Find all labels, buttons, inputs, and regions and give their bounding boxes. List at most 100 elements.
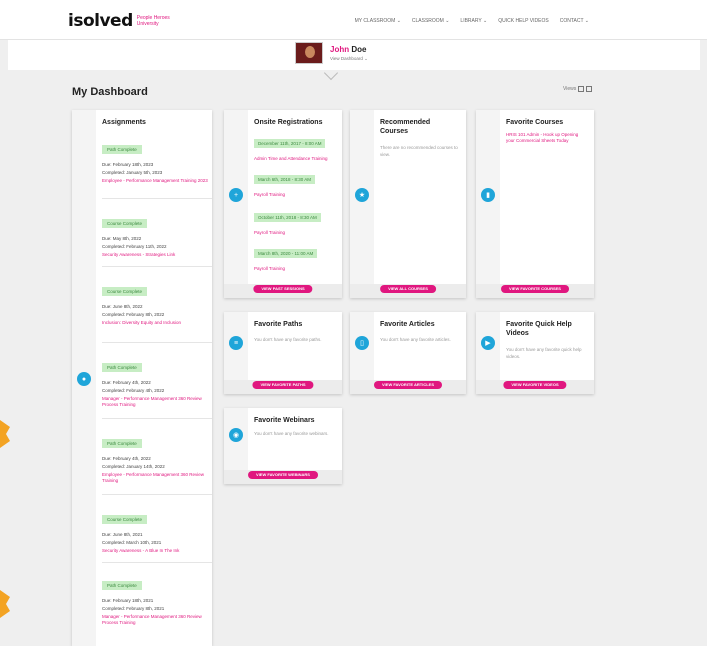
completed-date: Completed: February 8th, 2021: [102, 606, 165, 611]
view-favorite-paths-button[interactable]: VIEW FAVORITE PATHS: [252, 381, 314, 389]
logo-wordmark: isolved: [68, 11, 133, 31]
assignments-card: ● Assignments Path Complete Due: Februar…: [72, 110, 212, 646]
course-link[interactable]: Security Awareness - A Blue In The Ink: [102, 548, 210, 554]
isolved-logo[interactable]: isolved People Heroes University: [68, 11, 177, 31]
user-name: John Doe: [330, 45, 366, 54]
course-link[interactable]: Employee - Performance Management 360 Re…: [102, 472, 210, 484]
view-favorite-webinars-button[interactable]: VIEW FAVORITE WEBINARS: [248, 471, 318, 479]
nav-contact[interactable]: CONTACT ⌄: [560, 18, 589, 24]
divider: [102, 562, 212, 563]
course-link[interactable]: Security Awareness - Strategies Link: [102, 252, 210, 258]
card-title: Assignments: [102, 119, 146, 126]
empty-message: You don't have any favorite webinars.: [254, 431, 329, 436]
nav-my-classroom[interactable]: MY CLASSROOM ⌄: [355, 18, 401, 24]
view-favorite-articles-button[interactable]: VIEW FAVORITE ARTICLES: [373, 381, 443, 389]
card-title: Favorite Quick Help Videos: [506, 321, 572, 337]
star-icon: ★: [355, 188, 369, 202]
nav-quick-help-videos[interactable]: QUICK HELP VIDEOS: [498, 18, 548, 24]
session-link[interactable]: Payroll Training: [254, 192, 336, 197]
divider: [102, 198, 212, 199]
list-view-icon[interactable]: [586, 86, 593, 92]
path-icon: ≡: [229, 336, 243, 350]
document-icon: ▯: [355, 336, 369, 350]
view-favorite-videos-button[interactable]: VIEW FAVORITE VIDEOS: [503, 381, 567, 389]
course-link[interactable]: Manager - Performance Management 360 Rev…: [102, 614, 210, 626]
favorite-articles-card: ▯ Favorite Articles You don't have any f…: [350, 312, 466, 394]
view-past-sessions-button[interactable]: VIEW PAST SESSIONS: [253, 285, 313, 293]
favorite-videos-card: ▶ Favorite Quick Help Videos You don't h…: [476, 312, 594, 394]
card-title: Favorite Paths: [254, 321, 303, 328]
status-badge: Course Complete: [102, 515, 148, 524]
favorite-webinars-card: ◉ Favorite Webinars You don't have any f…: [224, 408, 342, 484]
session-link[interactable]: Payroll Training: [254, 230, 336, 235]
nav-classroom[interactable]: CLASSROOM ⌄: [412, 18, 450, 24]
card-title: Onsite Registrations: [254, 119, 323, 126]
decorative-shape: [0, 590, 10, 618]
view-label: Views: [563, 86, 577, 92]
divider: [102, 494, 212, 495]
onsite-registrations-card: + Onsite Registrations December 11th, 20…: [224, 110, 342, 298]
completed-date: Completed: February 8th, 2022: [102, 312, 165, 317]
top-navigation-bar: isolved People Heroes University MY CLAS…: [0, 0, 707, 40]
nav-library[interactable]: LIBRARY ⌄: [460, 18, 487, 24]
favorite-courses-card: ▮ Favorite Courses HRIS 101 Admin - Hook…: [476, 110, 594, 298]
page-title: My Dashboard: [72, 86, 148, 98]
card-title: Favorite Webinars: [254, 417, 315, 424]
card-title: Favorite Courses: [506, 119, 564, 126]
card-footer: VIEW FAVORITE ARTICLES: [350, 380, 466, 394]
card-strip: [476, 110, 500, 298]
course-link[interactable]: Inclusion: Diversity Equity and Inclusio…: [102, 320, 210, 326]
view-favorite-courses-button[interactable]: VIEW FAVORITE COURSES: [501, 285, 569, 293]
status-badge: Course Complete: [102, 287, 148, 296]
card-footer: VIEW FAVORITE PATHS: [224, 380, 342, 394]
course-link[interactable]: Employee - Performance Management Traini…: [102, 178, 210, 184]
user-first-name: John: [330, 45, 350, 54]
status-badge: Path Complete: [102, 581, 142, 590]
empty-message: You don't have any favorite articles.: [380, 337, 451, 342]
view-all-courses-button[interactable]: VIEW ALL COURSES: [380, 285, 436, 293]
card-footer: VIEW FAVORITE COURSES: [476, 284, 594, 298]
favorite-course-link[interactable]: HRIS 101 Admin - Hook up Opening your Co…: [506, 132, 588, 144]
assignment-icon: ●: [77, 372, 91, 386]
status-badge: Path Complete: [102, 439, 142, 448]
card-title: Recommended Courses: [380, 119, 431, 135]
card-strip: [224, 110, 248, 298]
assignment-item: Course Complete Due: June 8th, 2022 Comp…: [102, 280, 210, 326]
user-last-name: Doe: [351, 45, 367, 54]
main-nav: MY CLASSROOM ⌄ CLASSROOM ⌄ LIBRARY ⌄ QUI…: [355, 18, 589, 24]
completed-date: Completed: January 5th, 2023: [102, 170, 163, 175]
due-date: Due: February 18th, 2023: [102, 162, 154, 167]
course-link[interactable]: Manager - Performance Management 360 Rev…: [102, 396, 210, 408]
user-add-icon: +: [229, 188, 243, 202]
divider: [102, 342, 212, 343]
assignment-item: Course Complete Due: May 8th, 2022 Compl…: [102, 212, 210, 258]
card-footer: VIEW FAVORITE VIDEOS: [476, 380, 594, 394]
session-link[interactable]: Admin Time and Attendance Training: [254, 156, 336, 161]
due-date: Due: February 18th, 2021: [102, 598, 154, 603]
due-date: Due: June 8th, 2022: [102, 304, 143, 309]
play-icon: ▶: [481, 336, 495, 350]
due-date: Due: February 4th, 2022: [102, 456, 151, 461]
view-dashboard-link[interactable]: View Dashboard ⌄: [330, 56, 368, 62]
empty-message: There are no recommended courses to view…: [380, 145, 458, 157]
grid-view-icon[interactable]: [578, 86, 585, 92]
favorite-paths-card: ≡ Favorite Paths You don't have any favo…: [224, 312, 342, 394]
book-icon: ▮: [481, 188, 495, 202]
completed-date: Completed: January 14th, 2022: [102, 464, 165, 469]
registration-item: March 6th, 2018 - 8:30 AM Payroll Traini…: [254, 168, 336, 197]
session-link[interactable]: Payroll Training: [254, 266, 336, 271]
card-footer: VIEW PAST SESSIONS: [224, 284, 342, 298]
avatar[interactable]: [295, 42, 323, 64]
empty-message: You don't have any favorite paths.: [254, 337, 322, 342]
completed-date: Completed: February 4th, 2022: [102, 388, 165, 393]
registration-item: December 11th, 2017 - 8:00 AM Admin Time…: [254, 132, 336, 161]
view-toggle[interactable]: Views: [563, 86, 593, 92]
due-date: Due: June 8th, 2021: [102, 532, 143, 537]
due-date: Due: February 4th, 2022: [102, 380, 151, 385]
assignment-item: Course Complete Due: June 8th, 2021 Comp…: [102, 508, 210, 554]
session-date: March 6th, 2018 - 8:30 AM: [254, 175, 316, 184]
assignment-item: Path Complete Due: February 4th, 2022 Co…: [102, 432, 210, 484]
status-badge: Course Complete: [102, 219, 148, 228]
session-date: October 11th, 2018 - 8:30 AM: [254, 213, 321, 222]
logo-subtitle: People Heroes University: [136, 15, 170, 27]
